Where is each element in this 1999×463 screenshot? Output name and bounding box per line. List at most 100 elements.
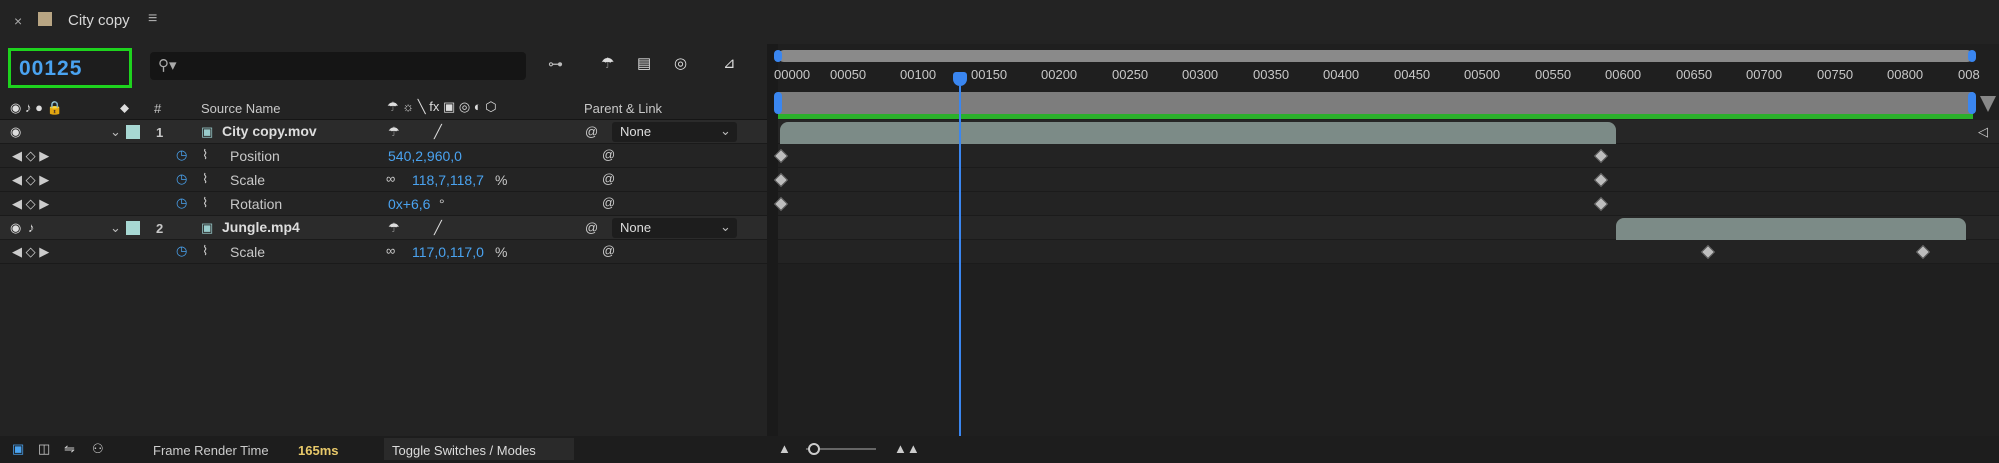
visibility-column-icons[interactable]: ◉ ♪ ● 🔒: [10, 100, 63, 116]
stopwatch-icon[interactable]: ◷: [176, 243, 187, 259]
eye-icon[interactable]: ◉: [10, 124, 21, 140]
pickwhip-icon[interactable]: @: [602, 195, 615, 210]
parent-dropdown[interactable]: None ⌄: [612, 218, 737, 238]
property-row[interactable]: ◀ ◇ ▶ ◷ ⌇ Scale ∞ 117,0,117,0 % @: [0, 240, 767, 264]
close-icon[interactable]: ×: [14, 13, 22, 29]
switches-header-icons[interactable]: ☂ ☼ ╲ fx ▣ ◎ ◐ ⬡: [387, 99, 497, 115]
property-name: Scale: [230, 244, 266, 260]
graph-icon[interactable]: ⌇: [202, 171, 208, 187]
expand-icon[interactable]: ◁: [1978, 124, 1988, 140]
label-tag-icon[interactable]: ⬥: [120, 100, 129, 116]
property-name: Position: [230, 148, 280, 164]
toggle-switches-button[interactable]: Toggle Switches / Modes: [384, 438, 574, 460]
parent-dropdown[interactable]: None ⌄: [612, 122, 737, 142]
layer-bar-jungle[interactable]: [1616, 218, 1966, 240]
property-unit: %: [495, 244, 508, 260]
panel-menu-icon[interactable]: ≡: [148, 10, 157, 28]
keyframe-nav-icons[interactable]: ◀ ◇ ▶: [12, 172, 49, 188]
render-toggle-icon[interactable]: ▣: [12, 441, 24, 457]
shy-icon[interactable]: ☂: [601, 54, 614, 72]
source-name-header[interactable]: Source Name: [201, 101, 280, 116]
frame-render-value: 165ms: [298, 443, 339, 458]
motion-blur-icon[interactable]: ◎: [674, 54, 687, 72]
shy-switch-icon[interactable]: ☂: [388, 124, 400, 140]
layer-name[interactable]: Jungle.mp4: [222, 219, 300, 235]
ruler-tick: 00400: [1323, 67, 1360, 82]
composition-tab[interactable]: × City copy ≡: [0, 0, 200, 44]
graph-icon[interactable]: ⌇: [202, 195, 208, 211]
pickwhip-icon[interactable]: @: [602, 171, 615, 186]
quality-switch-icon[interactable]: ╱: [434, 124, 442, 140]
chevron-down-icon[interactable]: ⌄: [110, 124, 121, 140]
search-input[interactable]: ⚲▾: [150, 52, 526, 80]
comp-flowchart-icon[interactable]: ⊶: [548, 55, 563, 73]
link-icon[interactable]: ∞: [386, 171, 395, 186]
property-value[interactable]: 117,0,117,0: [412, 244, 484, 260]
playhead-line[interactable]: [959, 86, 961, 436]
link-icon[interactable]: ∞: [386, 243, 395, 258]
ruler-tick: 00600: [1605, 67, 1642, 82]
playhead-handle[interactable]: [953, 72, 967, 86]
timecode-display[interactable]: 00125: [8, 48, 132, 88]
pickwhip-icon[interactable]: @: [602, 243, 615, 258]
graph-editor-icon[interactable]: ⊿: [723, 54, 736, 72]
stretch-icon[interactable]: ⚇: [92, 441, 104, 457]
pickwhip-icon[interactable]: @: [602, 147, 615, 162]
stopwatch-icon[interactable]: ◷: [176, 195, 187, 211]
number-header[interactable]: #: [154, 101, 161, 116]
ruler-tick: 00450: [1394, 67, 1431, 82]
zoom-in-icon[interactable]: ▲▲: [894, 441, 920, 456]
eye-icon[interactable]: ◉: [10, 220, 21, 236]
zoom-out-icon[interactable]: ▲: [778, 441, 791, 456]
timecode-value[interactable]: 00125: [19, 57, 82, 81]
pickwhip-icon[interactable]: @: [585, 124, 598, 139]
label-swatch[interactable]: [126, 221, 140, 235]
ruler-tick: 00350: [1253, 67, 1290, 82]
work-area-start-handle[interactable]: [774, 50, 782, 62]
layer-name[interactable]: City copy.mov: [222, 123, 317, 139]
cache-bar: [778, 92, 1973, 114]
in-out-icon[interactable]: ⇋: [64, 441, 75, 457]
stopwatch-icon[interactable]: ◷: [176, 171, 187, 187]
property-value[interactable]: 118,7,118,7: [412, 172, 484, 188]
graph-icon[interactable]: ⌇: [202, 243, 208, 259]
layer-bar-city-copy[interactable]: [780, 122, 1616, 144]
work-area-end-handle[interactable]: [1968, 50, 1976, 62]
keyframe-nav-icons[interactable]: ◀ ◇ ▶: [12, 244, 49, 260]
property-value[interactable]: 540,2,960,0: [388, 148, 462, 164]
shy-switch-icon[interactable]: ☂: [388, 220, 400, 236]
chevron-down-icon: ⌄: [720, 219, 731, 234]
chevron-down-icon[interactable]: ⌄: [110, 220, 121, 236]
property-row[interactable]: ◀ ◇ ▶ ◷ ⌇ Position 540,2,960,0 @: [0, 144, 767, 168]
frame-blending-icon[interactable]: ▤: [637, 54, 651, 72]
toggle-label: Toggle Switches / Modes: [392, 443, 536, 458]
property-row[interactable]: ◀ ◇ ▶ ◷ ⌇ Scale ∞ 118,7,118,7 % @: [0, 168, 767, 192]
parent-link-header[interactable]: Parent & Link: [584, 101, 662, 116]
work-area-bar[interactable]: [778, 50, 1973, 62]
ruler-tick: 00200: [1041, 67, 1078, 82]
pickwhip-icon[interactable]: @: [585, 220, 598, 235]
frame-render-label: Frame Render Time: [153, 443, 269, 458]
transfer-modes-icon[interactable]: ◫: [38, 441, 50, 457]
label-swatch[interactable]: [126, 125, 140, 139]
property-value[interactable]: 0x+6,6: [388, 196, 430, 212]
comp-start-handle[interactable]: [774, 92, 782, 114]
quality-switch-icon[interactable]: ╱: [434, 220, 442, 236]
property-unit: %: [495, 172, 508, 188]
stopwatch-icon[interactable]: ◷: [176, 147, 187, 163]
keyframe-nav-icons[interactable]: ◀ ◇ ▶: [12, 196, 49, 212]
audio-icon[interactable]: ♪: [28, 220, 35, 235]
comp-end-handle[interactable]: [1968, 92, 1976, 114]
ruler-tick: 00500: [1464, 67, 1501, 82]
keyframe-nav-icons[interactable]: ◀ ◇ ▶: [12, 148, 49, 164]
footage-icon: ▣: [201, 220, 214, 235]
comp-color-swatch: [38, 12, 52, 26]
layer-row[interactable]: ◉ ⌄ 1 ▣ City copy.mov ☂ ╱ @ None ⌄: [0, 120, 767, 144]
ruler-tick: 00550: [1535, 67, 1572, 82]
graph-icon[interactable]: ⌇: [202, 147, 208, 163]
property-name: Scale: [230, 172, 266, 188]
column-header: ◉ ♪ ● 🔒 ⬥ # Source Name ☂ ☼ ╲ fx ▣ ◎ ◐ ⬡…: [0, 96, 767, 120]
layer-row[interactable]: ◉ ♪ ⌄ 2 ▣ Jungle.mp4 ☂ ╱ @ None ⌄: [0, 216, 767, 240]
property-row[interactable]: ◀ ◇ ▶ ◷ ⌇ Rotation 0x+6,6 ° @: [0, 192, 767, 216]
zoom-slider-thumb[interactable]: [808, 443, 820, 455]
